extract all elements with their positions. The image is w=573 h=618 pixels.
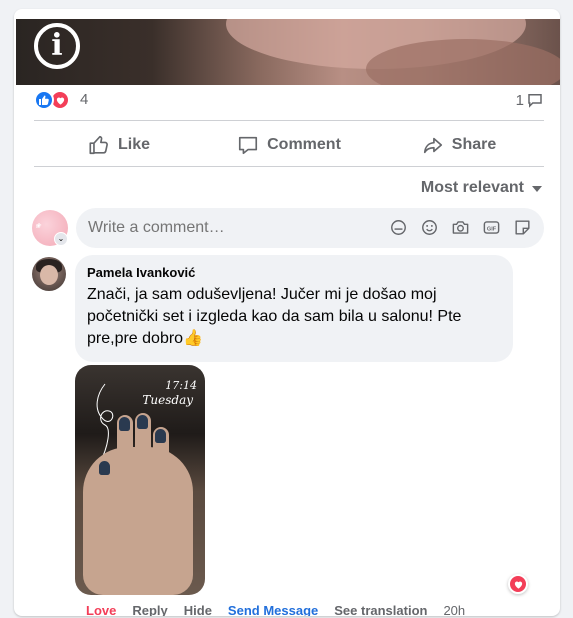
comment-text: Znači, ja sam oduševljena! Jučer mi je d…: [87, 286, 462, 347]
comment-actions: Love Reply Hide Send Message See transla…: [86, 603, 481, 616]
divider: [34, 120, 544, 121]
comment-composer: ❀ ⌄ GIF: [32, 208, 544, 248]
gif-icon[interactable]: GIF: [482, 218, 501, 237]
comment-icon: [239, 136, 258, 155]
caret-down-icon: [532, 186, 542, 192]
photo-time: 17:14: [165, 379, 197, 392]
comment-bubble: Pamela Ivanković Znači, ja sam oduševlje…: [75, 255, 513, 362]
svg-text:GIF: GIF: [487, 226, 497, 232]
comment-timestamp[interactable]: 20h: [443, 603, 465, 616]
comment-label: Comment: [267, 136, 341, 153]
photo-day: Tuesday: [142, 393, 193, 407]
share-label: Share: [451, 136, 497, 153]
chevron-down-icon[interactable]: ⌄: [54, 232, 68, 246]
like-button[interactable]: Like: [34, 125, 204, 165]
emoji-icon[interactable]: [420, 218, 439, 237]
send-message-button[interactable]: Send Message: [228, 603, 318, 616]
post-card: i 4 1 Like Comment Share Most relevant ❀…: [14, 9, 560, 616]
reactions-summary: 4 1: [34, 89, 544, 111]
avatar[interactable]: [32, 257, 66, 291]
sort-label: Most relevant: [420, 179, 524, 196]
share-button[interactable]: Share: [374, 125, 544, 165]
love-button[interactable]: Love: [86, 603, 116, 616]
camera-icon[interactable]: [451, 218, 470, 237]
comment-author[interactable]: Pamela Ivanković: [87, 265, 501, 280]
post-image[interactable]: i: [16, 19, 560, 85]
sticker-icon[interactable]: [513, 218, 532, 237]
info-icon: i: [34, 23, 80, 69]
like-label: Like: [117, 136, 150, 153]
thumbs-up-icon: [89, 135, 108, 155]
avatar-sticker-icon[interactable]: [389, 218, 408, 237]
post-actions: Like Comment Share: [34, 125, 544, 165]
comment-button[interactable]: Comment: [204, 125, 374, 165]
comment-count[interactable]: 1: [516, 91, 544, 109]
composer-tools: GIF: [389, 218, 532, 237]
comment-sort-dropdown[interactable]: Most relevant: [421, 179, 542, 197]
comment-bubble-icon: [528, 94, 542, 108]
reply-button[interactable]: Reply: [132, 603, 167, 616]
like-reaction-icon: [34, 90, 54, 110]
reaction-count[interactable]: 4: [80, 91, 88, 108]
comment-photo[interactable]: 17:14 Tuesday: [75, 365, 205, 595]
divider: [34, 166, 544, 167]
share-arrow-icon: [423, 137, 442, 154]
love-reaction-icon[interactable]: [508, 574, 528, 594]
comment-count-value: 1: [515, 91, 524, 109]
see-translation-button[interactable]: See translation: [334, 603, 427, 616]
hide-button[interactable]: Hide: [184, 603, 212, 616]
